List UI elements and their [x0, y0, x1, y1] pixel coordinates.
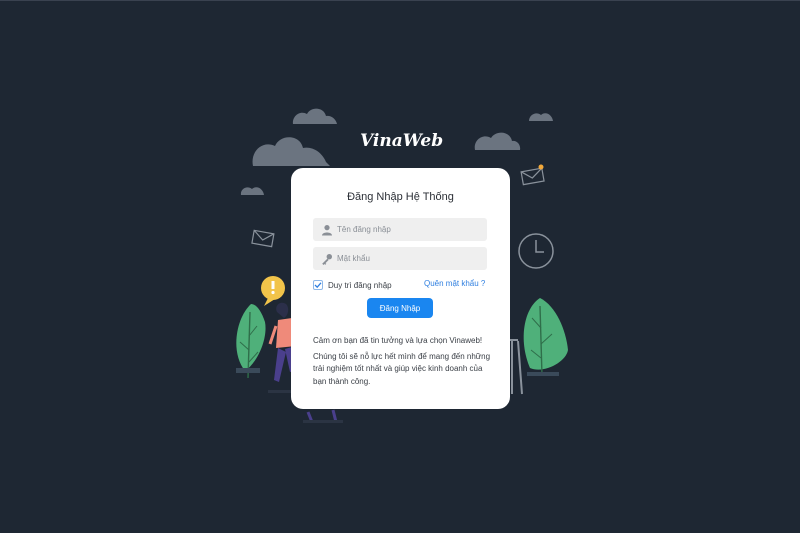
- vinaweb-logo: VinaWeb: [360, 131, 444, 151]
- login-button[interactable]: Đăng Nhập: [367, 298, 433, 318]
- login-title: Đăng Nhập Hệ Thống: [347, 191, 454, 203]
- cloud-icon: [252, 137, 330, 166]
- description-text: Chúng tôi sẽ nỗ lực hết mình để mang đến…: [313, 352, 491, 386]
- cloud-icon: [529, 113, 553, 121]
- notification-dot: [538, 164, 544, 170]
- clock-icon: [518, 233, 554, 269]
- envelope-icon: [251, 229, 275, 248]
- cloud-icon: [240, 187, 264, 195]
- username-field[interactable]: [313, 218, 487, 241]
- envelope-icon: [520, 167, 545, 186]
- floor-shadow: [268, 390, 292, 393]
- remember-label: Duy trì đăng nhập: [328, 280, 392, 290]
- user-icon: [321, 223, 333, 236]
- password-field[interactable]: [313, 247, 487, 270]
- remember-me[interactable]: Duy trì đăng nhập: [313, 279, 392, 291]
- plant-icon: [236, 304, 266, 379]
- password-input[interactable]: [337, 247, 485, 270]
- cloud-icon: [474, 132, 521, 150]
- exclamation-bubble-icon: [261, 276, 285, 306]
- thanks-text: Cảm ơn bạn đã tin tưởng và lựa chọn Vina…: [313, 336, 483, 345]
- checkmark-icon: [314, 282, 322, 289]
- key-icon: [321, 252, 333, 265]
- remember-checkbox[interactable]: [313, 280, 323, 290]
- username-input[interactable]: [337, 218, 485, 241]
- forgot-password-link[interactable]: Quên mật khẩu ?: [424, 279, 485, 288]
- plant-icon: [523, 298, 568, 377]
- cloud-icon: [292, 108, 337, 124]
- login-card: Đăng Nhập Hệ Thống Duy trì đăng nhập Quê…: [291, 168, 510, 409]
